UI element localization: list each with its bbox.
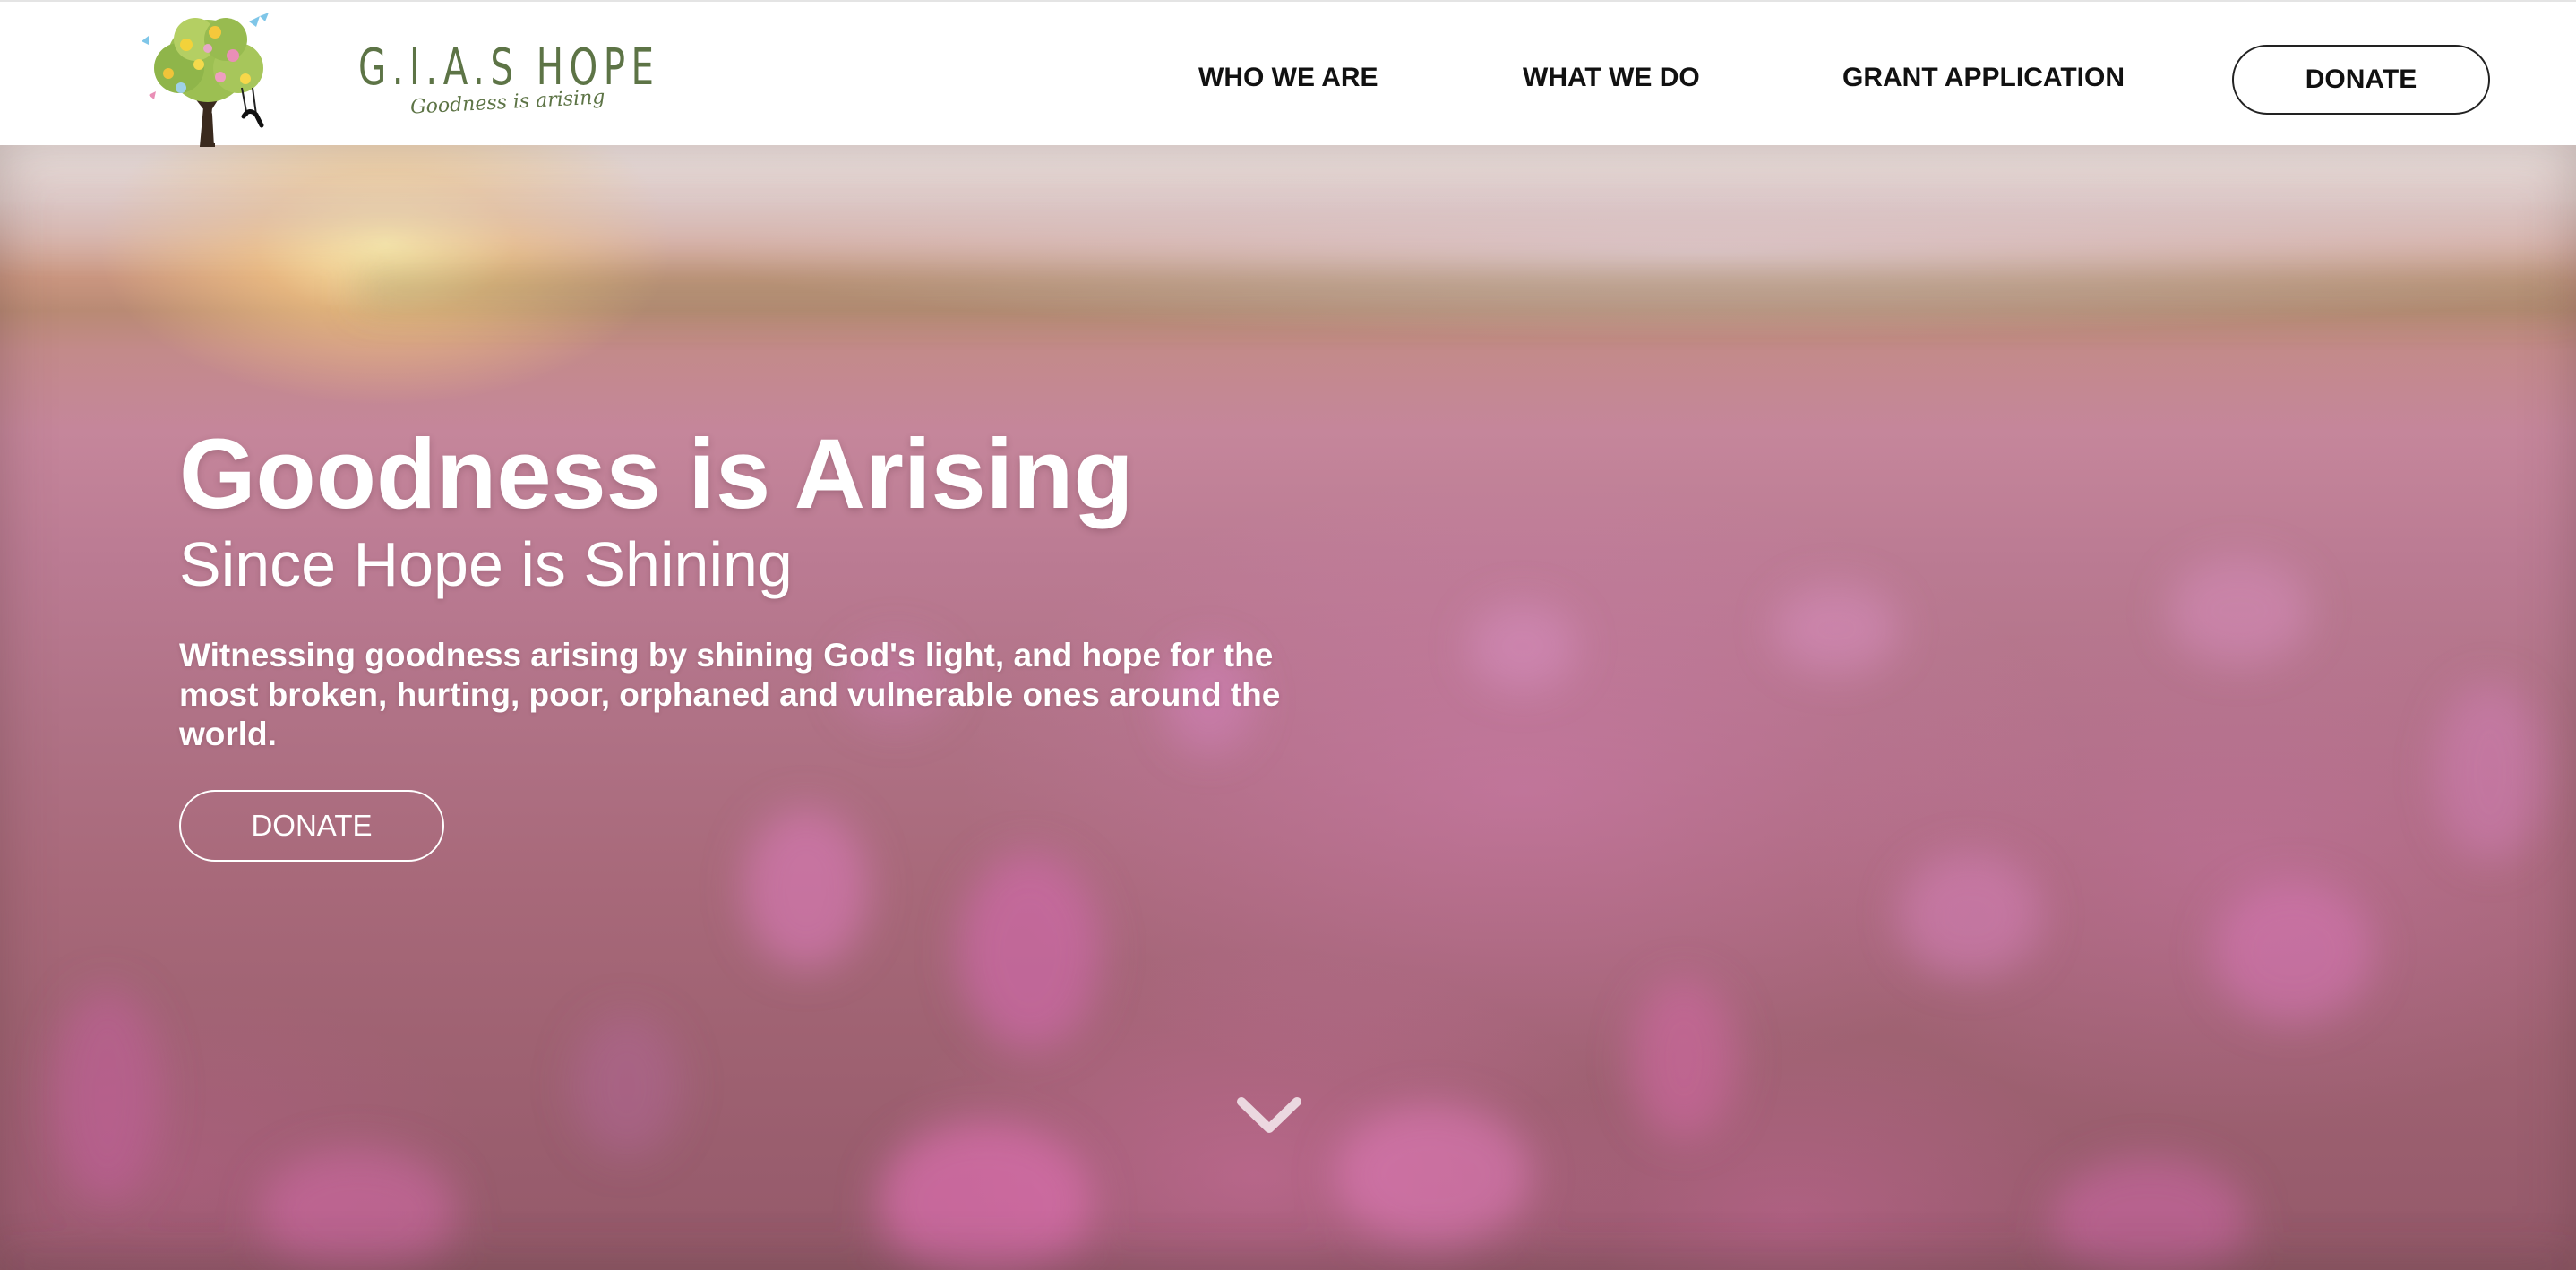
site-header: G.I.A.S HOPE Goodness is arising WHO WE … (0, 0, 2576, 151)
hero-title: Goodness is Arising (179, 419, 1134, 529)
chevron-down-icon[interactable] (1236, 1094, 1302, 1136)
header-donate-button[interactable]: DONATE (2232, 45, 2490, 115)
hero-description: Witnessing goodness arising by shining G… (179, 637, 1281, 752)
hero-section: Goodness is Arising Since Hope is Shinin… (0, 145, 2576, 1270)
nav-who-we-are[interactable]: WHO WE ARE (1198, 63, 1378, 93)
hero-subtitle: Since Hope is Shining (179, 529, 793, 599)
brand-logo-text[interactable]: G.I.A.S HOPE Goodness is arising (358, 41, 654, 122)
nav-what-we-do[interactable]: WHAT WE DO (1523, 63, 1700, 93)
tree-with-swing-logo-icon[interactable] (133, 9, 285, 151)
nav-grant-application[interactable]: GRANT APPLICATION (1842, 63, 2125, 93)
brand-name: G.I.A.S HOPE (358, 39, 660, 97)
hero-donate-button[interactable]: DONATE (179, 790, 444, 862)
